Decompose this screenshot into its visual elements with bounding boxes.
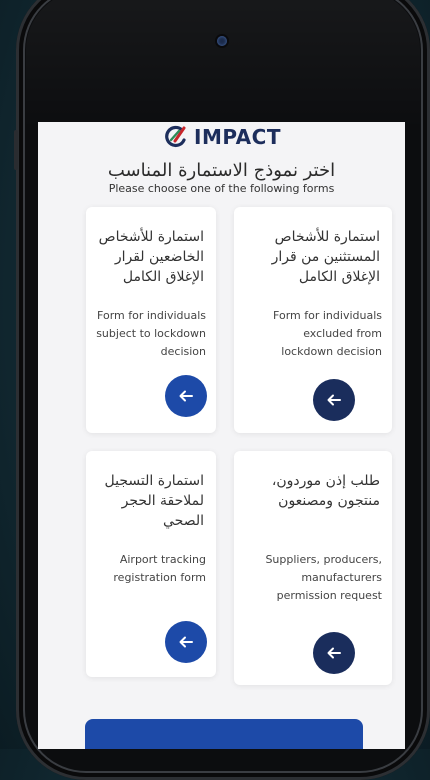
page-title-english: Please choose one of the following forms	[108, 182, 335, 195]
open-form-button[interactable]	[313, 379, 355, 421]
form-card-suppliers[interactable]: طلب إذن موردون، منتجون ومصنعون Suppliers…	[234, 451, 392, 685]
open-form-button[interactable]	[165, 621, 207, 663]
card-description: Suppliers, producers, manufacturers perm…	[265, 553, 382, 602]
impact-logo-icon	[165, 125, 186, 148]
phone-glare	[26, 0, 420, 130]
volume-button	[14, 130, 18, 170]
form-card-subject[interactable]: استمارة للأشخاص الخاضعين لقرار الإغلاق ا…	[86, 207, 216, 433]
card-title-arabic: استمارة للأشخاص المستثنين من قرار الإغلا…	[271, 229, 380, 285]
arrow-left-icon	[327, 647, 341, 659]
phone-screen: IMPACT اختر نموذج الاستمارة المناسب Plea…	[38, 122, 405, 749]
card-description: Form for individuals excluded from lockd…	[273, 309, 382, 358]
card-title-arabic: استمارة التسجيل لملاحقة الحجر الصحي	[104, 473, 204, 529]
card-description: Airport tracking registration form	[113, 553, 206, 584]
front-camera	[217, 36, 227, 46]
arrow-left-icon	[179, 636, 193, 648]
arrow-left-icon	[327, 394, 341, 406]
card-title-arabic: طلب إذن موردون، منتجون ومصنعون	[271, 473, 380, 509]
form-card-excluded[interactable]: استمارة للأشخاص المستثنين من قرار الإغلا…	[234, 207, 392, 433]
page-title-arabic: اختر نموذج الاستمارة المناسب	[107, 160, 336, 181]
logo-text: IMPACT	[194, 125, 281, 149]
card-title-arabic: استمارة للأشخاص الخاضعين لقرار الإغلاق ا…	[98, 229, 204, 285]
arrow-left-icon	[179, 390, 193, 402]
bottom-action-button[interactable]	[85, 719, 363, 749]
form-card-airport[interactable]: استمارة التسجيل لملاحقة الحجر الصحي Airp…	[86, 451, 216, 677]
card-description: Form for individuals subject to lockdown…	[96, 309, 206, 358]
open-form-button[interactable]	[313, 632, 355, 674]
open-form-button[interactable]	[165, 375, 207, 417]
app-logo: IMPACT	[38, 122, 405, 152]
